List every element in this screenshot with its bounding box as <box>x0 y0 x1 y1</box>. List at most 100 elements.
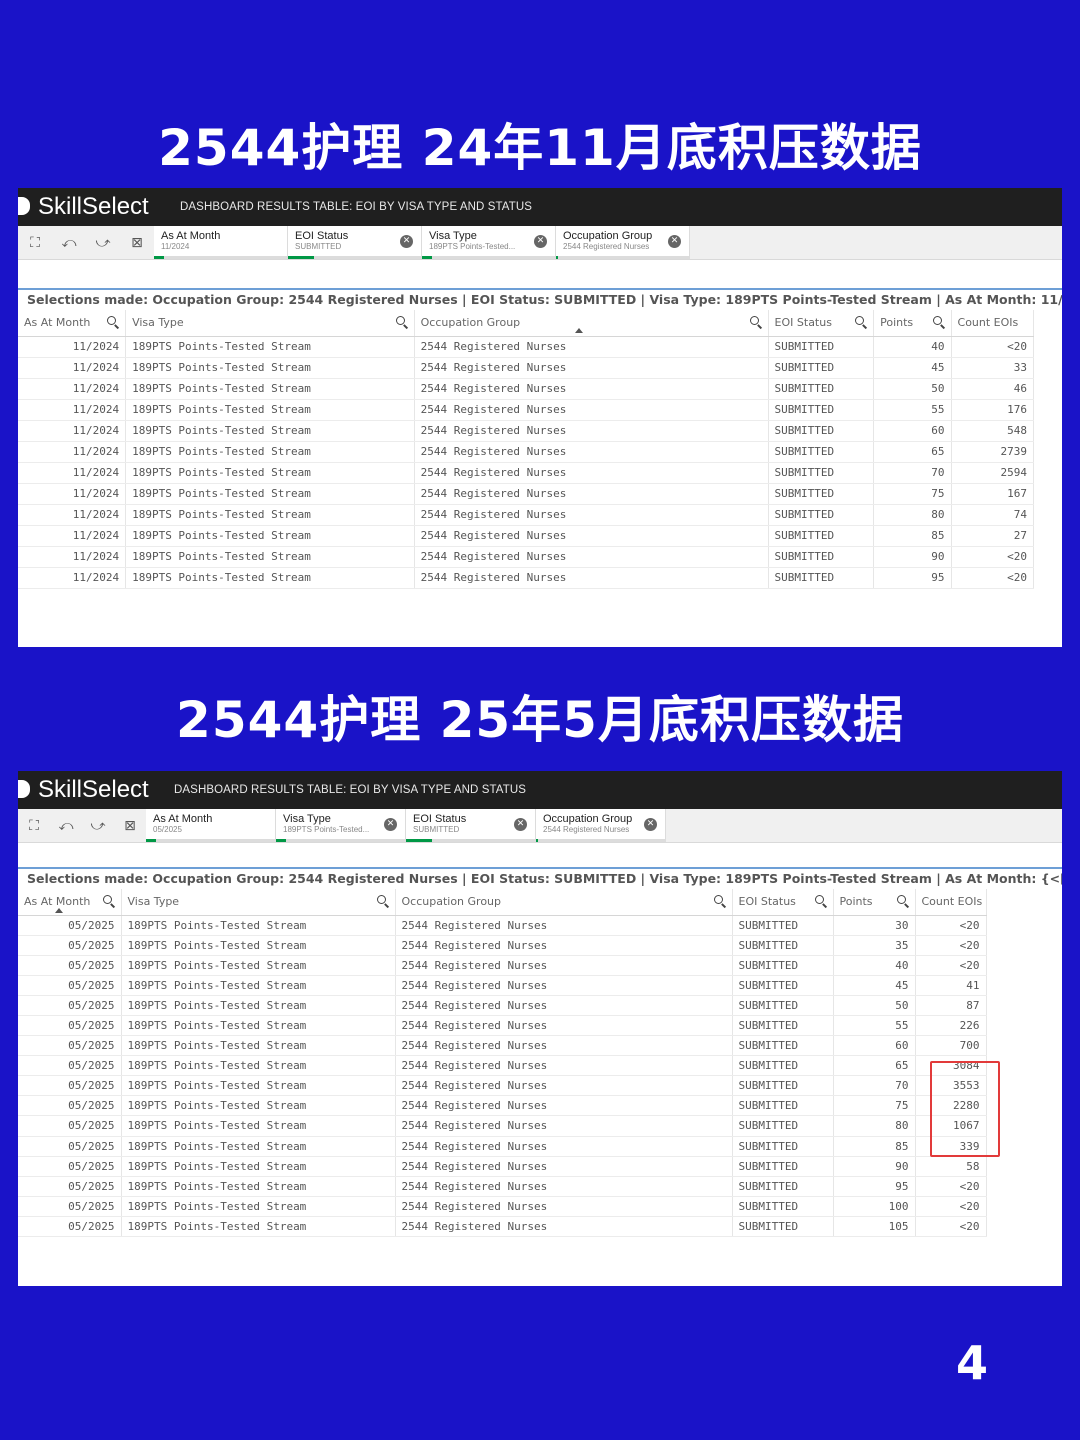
visa-type-cell: 189PTS Points-Tested Stream <box>121 1115 396 1137</box>
visa-type-cell: 189PTS Points-Tested Stream <box>121 935 396 956</box>
column-header-count-eois[interactable]: Count EOIs <box>951 310 1035 337</box>
points-cell: 75 <box>833 1095 916 1117</box>
filter-chip-eoi-status[interactable]: EOI Status SUBMITTED ✕ <box>406 809 536 842</box>
visa-type-cell: 189PTS Points-Tested Stream <box>121 1156 396 1177</box>
visa-type-cell: 189PTS Points-Tested Stream <box>121 1095 396 1117</box>
highlight-box <box>930 1061 1000 1157</box>
clear-filter-icon[interactable]: ✕ <box>514 818 527 831</box>
table-row[interactable]: 11/2024 189PTS Points-Tested Stream 2544 R… <box>18 441 1035 463</box>
table-header-row: As At Month Visa Type Occupation Group E… <box>18 889 987 916</box>
search-icon[interactable] <box>107 316 119 328</box>
table-row[interactable]: 05/2025 189PTS Points-Tested Stream 2544 R… <box>18 915 987 936</box>
search-icon[interactable] <box>102 895 115 907</box>
table-row[interactable]: 05/2025 189PTS Points-Tested Stream 2544 R… <box>18 1156 987 1177</box>
count-cell: <20 <box>915 935 987 956</box>
column-header-count-eois[interactable]: Count EOIs <box>915 889 987 916</box>
filter-chip-eoi-status[interactable]: EOI Status SUBMITTED ✕ <box>288 226 422 259</box>
clear-selections-icon[interactable]: ⊠ <box>114 809 146 843</box>
count-cell: <20 <box>951 336 1035 358</box>
table-row[interactable]: 11/2024 189PTS Points-Tested Stream 2544 R… <box>18 420 1035 442</box>
table-row[interactable]: 05/2025 189PTS Points-Tested Stream 2544 R… <box>18 1015 987 1037</box>
table-row[interactable]: 11/2024 189PTS Points-Tested Stream 2544 R… <box>18 357 1035 379</box>
column-header-as-at-month[interactable]: As At Month <box>18 310 127 337</box>
column-header-visa-type[interactable]: Visa Type <box>125 310 415 337</box>
filter-chip-occupation-group[interactable]: Occupation Group 2544 Registered Nurses … <box>556 226 690 259</box>
search-icon[interactable] <box>376 895 389 907</box>
clear-filter-icon[interactable]: ✕ <box>644 818 657 831</box>
table-row[interactable]: 05/2025 189PTS Points-Tested Stream 2544 R… <box>18 1055 987 1077</box>
clear-filter-icon[interactable]: ✕ <box>400 235 413 248</box>
table-row[interactable]: 11/2024 189PTS Points-Tested Stream 2544 R… <box>18 462 1035 484</box>
filter-name: EOI Status <box>295 230 349 242</box>
filter-value: 2544 Registered Nurses <box>543 825 630 834</box>
filter-chip-occupation-group[interactable]: Occupation Group 2544 Registered Nurses … <box>536 809 666 842</box>
table-row[interactable]: 05/2025 189PTS Points-Tested Stream 2544 R… <box>18 1176 987 1197</box>
skillselect-logo: SkillSelect <box>18 771 160 809</box>
table-row[interactable]: 11/2024 189PTS Points-Tested Stream 2544 R… <box>18 525 1035 547</box>
clear-selections-icon[interactable]: ⊠ <box>120 226 154 260</box>
eoi-status-cell: SUBMITTED <box>732 935 834 956</box>
column-header-points[interactable]: Points <box>873 310 952 337</box>
search-icon[interactable] <box>814 895 827 907</box>
step-back-icon[interactable]: ⤺ <box>50 809 82 843</box>
column-header-points[interactable]: Points <box>833 889 916 916</box>
smart-search-icon[interactable]: ⛶ <box>18 809 50 843</box>
clear-filter-icon[interactable]: ✕ <box>384 818 397 831</box>
table-row[interactable]: 05/2025 189PTS Points-Tested Stream 2544 R… <box>18 975 987 996</box>
filter-chip-as-at-month[interactable]: As At Month 05/2025 <box>146 809 276 842</box>
table-row[interactable]: 05/2025 189PTS Points-Tested Stream 2544 R… <box>18 1075 987 1097</box>
table-row[interactable]: 11/2024 189PTS Points-Tested Stream 2544 R… <box>18 378 1035 400</box>
search-icon[interactable] <box>395 316 408 328</box>
filter-name: As At Month <box>153 813 213 825</box>
table-row[interactable]: 05/2025 189PTS Points-Tested Stream 2544 R… <box>18 1035 987 1057</box>
points-cell: 30 <box>833 915 916 936</box>
clear-filter-icon[interactable]: ✕ <box>668 235 681 248</box>
points-cell: 65 <box>833 1055 916 1077</box>
month-cell: 05/2025 <box>18 1156 122 1177</box>
filter-chip-visa-type[interactable]: Visa Type 189PTS Points-Tested... ✕ <box>276 809 406 842</box>
table-row[interactable]: 05/2025 189PTS Points-Tested Stream 2544 R… <box>18 1136 987 1157</box>
visa-type-cell: 189PTS Points-Tested Stream <box>125 399 415 421</box>
table-row[interactable]: 11/2024 189PTS Points-Tested Stream 2544 R… <box>18 567 1035 589</box>
step-back-icon[interactable]: ⤺ <box>52 226 86 260</box>
table-row[interactable]: 05/2025 189PTS Points-Tested Stream 2544 R… <box>18 1196 987 1217</box>
count-cell: 2739 <box>951 441 1035 463</box>
table-row[interactable]: 05/2025 189PTS Points-Tested Stream 2544 R… <box>18 1115 987 1137</box>
column-header-occupation-group[interactable]: Occupation Group <box>414 310 769 337</box>
filter-chip-as-at-month[interactable]: As At Month 11/2024 <box>154 226 288 259</box>
points-cell: 95 <box>873 567 952 589</box>
occupation-cell: 2544 Registered Nurses <box>414 546 769 568</box>
table-row[interactable]: 11/2024 189PTS Points-Tested Stream 2544 R… <box>18 504 1035 526</box>
count-cell: <20 <box>915 915 987 936</box>
table-row[interactable]: 05/2025 189PTS Points-Tested Stream 2544 R… <box>18 995 987 1016</box>
smart-search-icon[interactable]: ⛶ <box>18 226 52 260</box>
search-icon[interactable] <box>713 895 726 907</box>
search-icon[interactable] <box>749 316 762 328</box>
search-icon[interactable] <box>855 316 867 328</box>
step-forward-icon[interactable]: ⤻ <box>86 226 120 260</box>
table-row[interactable]: 05/2025 189PTS Points-Tested Stream 2544 R… <box>18 1216 987 1238</box>
search-icon[interactable] <box>932 316 945 328</box>
selection-bar: ⛶ ⤺ ⤻ ⊠ As At Month 05/2025 Visa Type 18… <box>18 809 1062 843</box>
column-header-eoi-status[interactable]: EOI Status <box>768 310 875 337</box>
visa-type-cell: 189PTS Points-Tested Stream <box>125 546 415 568</box>
column-header-as-at-month[interactable]: As At Month <box>18 889 122 916</box>
column-header-eoi-status[interactable]: EOI Status <box>732 889 834 916</box>
search-icon[interactable] <box>896 895 909 907</box>
table-row[interactable]: 05/2025 189PTS Points-Tested Stream 2544 R… <box>18 955 987 976</box>
points-cell: 55 <box>873 399 952 421</box>
filter-chip-visa-type[interactable]: Visa Type 189PTS Points-Tested... ✕ <box>422 226 556 259</box>
eoi-status-cell: SUBMITTED <box>768 567 875 589</box>
table-row[interactable]: 05/2025 189PTS Points-Tested Stream 2544 R… <box>18 1095 987 1117</box>
eoi-status-cell: SUBMITTED <box>732 1216 834 1238</box>
points-cell: 50 <box>873 378 952 400</box>
table-row[interactable]: 11/2024 189PTS Points-Tested Stream 2544 R… <box>18 483 1035 505</box>
column-header-visa-type[interactable]: Visa Type <box>121 889 396 916</box>
table-row[interactable]: 11/2024 189PTS Points-Tested Stream 2544 R… <box>18 546 1035 568</box>
table-row[interactable]: 11/2024 189PTS Points-Tested Stream 2544 R… <box>18 336 1035 358</box>
column-header-occupation-group[interactable]: Occupation Group <box>395 889 733 916</box>
clear-filter-icon[interactable]: ✕ <box>534 235 547 248</box>
table-row[interactable]: 05/2025 189PTS Points-Tested Stream 2544 R… <box>18 935 987 956</box>
step-forward-icon[interactable]: ⤻ <box>82 809 114 843</box>
table-row[interactable]: 11/2024 189PTS Points-Tested Stream 2544 R… <box>18 399 1035 421</box>
